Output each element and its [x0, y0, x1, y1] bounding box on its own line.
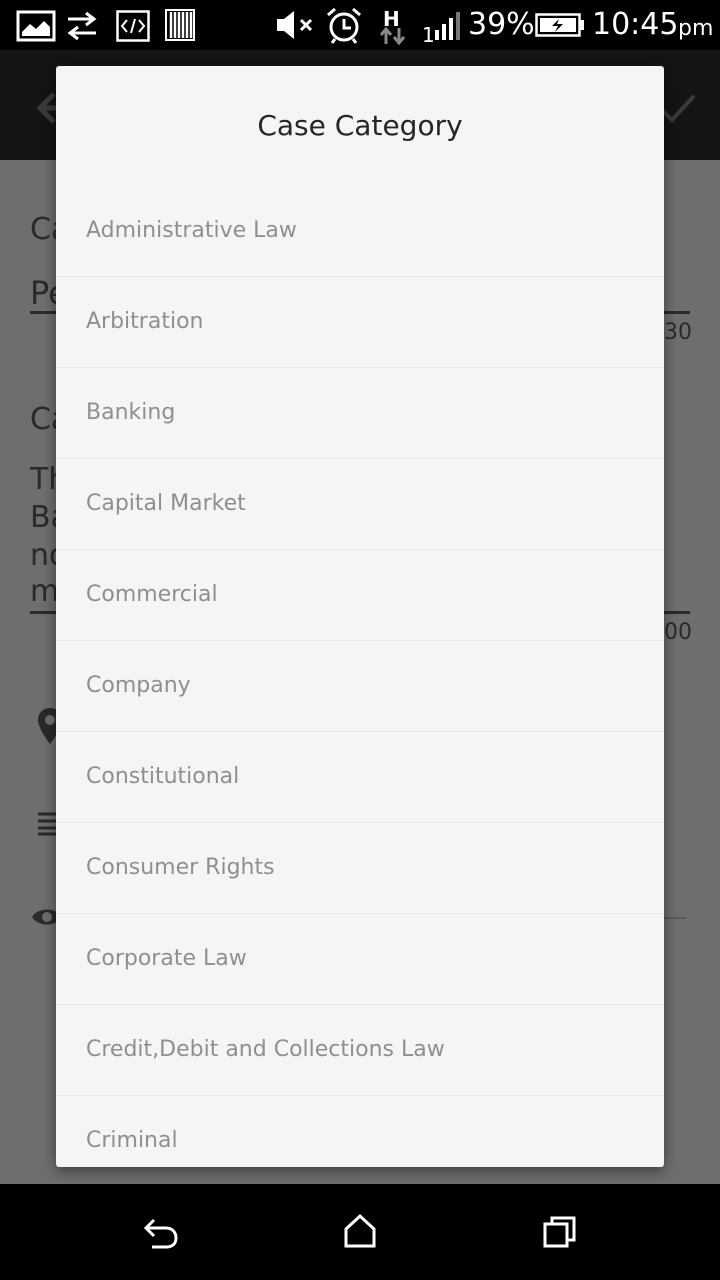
field1-counter: 30 — [664, 320, 692, 345]
mute-icon — [277, 11, 313, 39]
option-banking[interactable]: Banking — [56, 368, 664, 459]
field2-counter: 00 — [664, 620, 692, 645]
field2-line4: m — [30, 574, 60, 609]
option-label: Administrative Law — [86, 218, 297, 243]
option-corporate-law[interactable]: Corporate Law — [56, 914, 664, 1005]
category-option-list[interactable]: Administrative Law Arbitration Banking C… — [56, 186, 664, 1167]
data-arrows-icon — [379, 26, 406, 46]
option-arbitration[interactable]: Arbitration — [56, 277, 664, 368]
option-label: Company — [86, 673, 191, 698]
clock-ampm: pm — [678, 16, 714, 41]
option-label: Banking — [86, 400, 176, 425]
option-label: Consumer Rights — [86, 855, 275, 880]
option-label: Criminal — [86, 1128, 178, 1153]
back-icon[interactable] — [140, 1214, 180, 1250]
alarm-icon — [327, 7, 361, 44]
battery-charging-icon — [535, 13, 584, 37]
option-label: Arbitration — [86, 309, 204, 334]
option-consumer-rights[interactable]: Consumer Rights — [56, 823, 664, 914]
clock-time: 10:45 — [592, 7, 679, 42]
option-capital-market[interactable]: Capital Market — [56, 459, 664, 550]
code-icon — [116, 10, 150, 42]
option-label: Constitutional — [86, 764, 240, 789]
status-bar: H 1 39% 10:45 pm — [0, 0, 720, 50]
option-label: Corporate Law — [86, 946, 247, 971]
option-criminal[interactable]: Criminal — [56, 1096, 664, 1167]
option-commercial[interactable]: Commercial — [56, 550, 664, 641]
option-company[interactable]: Company — [56, 641, 664, 732]
home-icon[interactable] — [342, 1212, 378, 1250]
barcode-icon — [165, 9, 195, 41]
navigation-bar — [0, 1184, 720, 1280]
dialog-title: Case Category — [257, 109, 463, 142]
battery-percent: 39% — [468, 7, 535, 42]
signal-sim-label: 1 — [422, 23, 435, 47]
recent-apps-icon[interactable] — [542, 1214, 578, 1250]
case-category-dialog: Case Category Administrative Law Arbitra… — [56, 66, 664, 1167]
confirm-check-icon[interactable] — [658, 88, 698, 128]
sync-arrows-icon — [67, 11, 97, 41]
option-label: Capital Market — [86, 491, 246, 516]
option-administrative-law[interactable]: Administrative Law — [56, 186, 664, 277]
option-credit-debit-collections-law[interactable]: Credit,Debit and Collections Law — [56, 1005, 664, 1096]
option-constitutional[interactable]: Constitutional — [56, 732, 664, 823]
option-label: Commercial — [86, 582, 218, 607]
image-icon — [16, 10, 56, 42]
signal-icon — [435, 12, 460, 40]
option-label: Credit,Debit and Collections Law — [86, 1037, 445, 1062]
